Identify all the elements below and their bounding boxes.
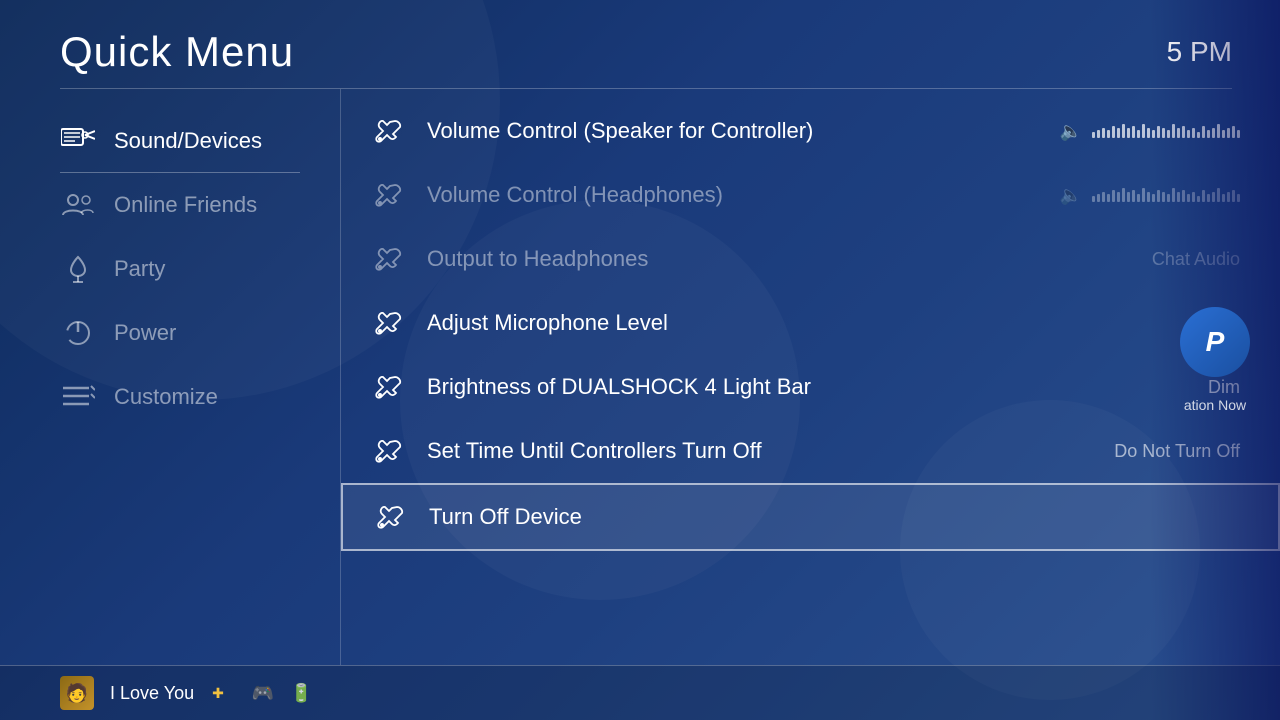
avatar: 🧑 — [60, 676, 94, 710]
footer-username: I Love You — [110, 683, 194, 704]
footer-battery-icon: 🔋 — [290, 683, 312, 704]
menu-item-turn-off-device[interactable]: Turn Off Device — [341, 483, 1280, 551]
customize-icon — [60, 379, 96, 415]
menu-item-brightness[interactable]: Brightness of DUALSHOCK 4 Light Bar Dim — [341, 355, 1280, 419]
footer: 🧑 I Love You ✚ 🎮 🔋 — [0, 665, 1280, 720]
sidebar-item-party[interactable]: Party — [60, 237, 340, 301]
menu-item-volume-speaker[interactable]: Volume Control (Speaker for Controller) … — [341, 99, 1280, 163]
menu-label-volume-headphones: Volume Control (Headphones) — [427, 182, 1060, 208]
menu-item-volume-headphones[interactable]: Volume Control (Headphones) 🔈 — [341, 163, 1280, 227]
wrench-icon-2 — [371, 241, 407, 277]
menu-label-turn-off-device: Turn Off Device — [429, 504, 1238, 530]
sidebar-item-sound-devices[interactable]: Sound/Devices — [60, 109, 340, 173]
sidebar-label-power: Power — [114, 320, 176, 346]
header: Quick Menu 5 PM — [0, 0, 1280, 76]
wrench-icon-4 — [371, 369, 407, 405]
menu-item-adjust-mic[interactable]: Adjust Microphone Level — [341, 291, 1280, 355]
main-content: Sound/Devices Online Friends — [0, 89, 1280, 665]
wrench-icon-6 — [373, 499, 409, 535]
menu-label-adjust-mic: Adjust Microphone Level — [427, 310, 1240, 336]
wrench-icon-3 — [371, 305, 407, 341]
right-overlay: P ation Now — [1150, 0, 1280, 720]
sidebar-item-online-friends[interactable]: Online Friends — [60, 173, 340, 237]
menu-label-brightness: Brightness of DUALSHOCK 4 Light Bar — [427, 374, 1188, 400]
power-icon — [60, 315, 96, 351]
page-title: Quick Menu — [60, 28, 294, 76]
wrench-icon-1 — [371, 177, 407, 213]
menu-label-volume-speaker: Volume Control (Speaker for Controller) — [427, 118, 1060, 144]
sidebar-label-sound-devices: Sound/Devices — [114, 128, 262, 154]
wrench-icon-0 — [371, 113, 407, 149]
party-icon — [60, 251, 96, 287]
sidebar-label-customize: Customize — [114, 384, 218, 410]
menu-label-turn-off-controllers: Set Time Until Controllers Turn Off — [427, 438, 1094, 464]
sidebar-item-power[interactable]: Power — [60, 301, 340, 365]
playstation-button[interactable]: P — [1180, 307, 1250, 377]
right-panel: Volume Control (Speaker for Controller) … — [340, 89, 1280, 665]
online-friends-icon — [60, 187, 96, 223]
footer-ps-plus: ✚ — [212, 685, 224, 702]
menu-item-output-headphones[interactable]: Output to Headphones Chat Audio — [341, 227, 1280, 291]
sidebar-item-customize[interactable]: Customize — [60, 365, 340, 429]
sidebar-label-party: Party — [114, 256, 165, 282]
sound-devices-icon — [60, 123, 96, 159]
sidebar-label-online-friends: Online Friends — [114, 192, 257, 218]
psnow-label: ation Now — [1184, 397, 1246, 413]
sidebar: Sound/Devices Online Friends — [0, 89, 340, 665]
menu-label-output-headphones: Output to Headphones — [427, 246, 1132, 272]
menu-item-turn-off-controllers[interactable]: Set Time Until Controllers Turn Off Do N… — [341, 419, 1280, 483]
wrench-icon-5 — [371, 433, 407, 469]
footer-controller-icon: 🎮 — [252, 683, 274, 704]
